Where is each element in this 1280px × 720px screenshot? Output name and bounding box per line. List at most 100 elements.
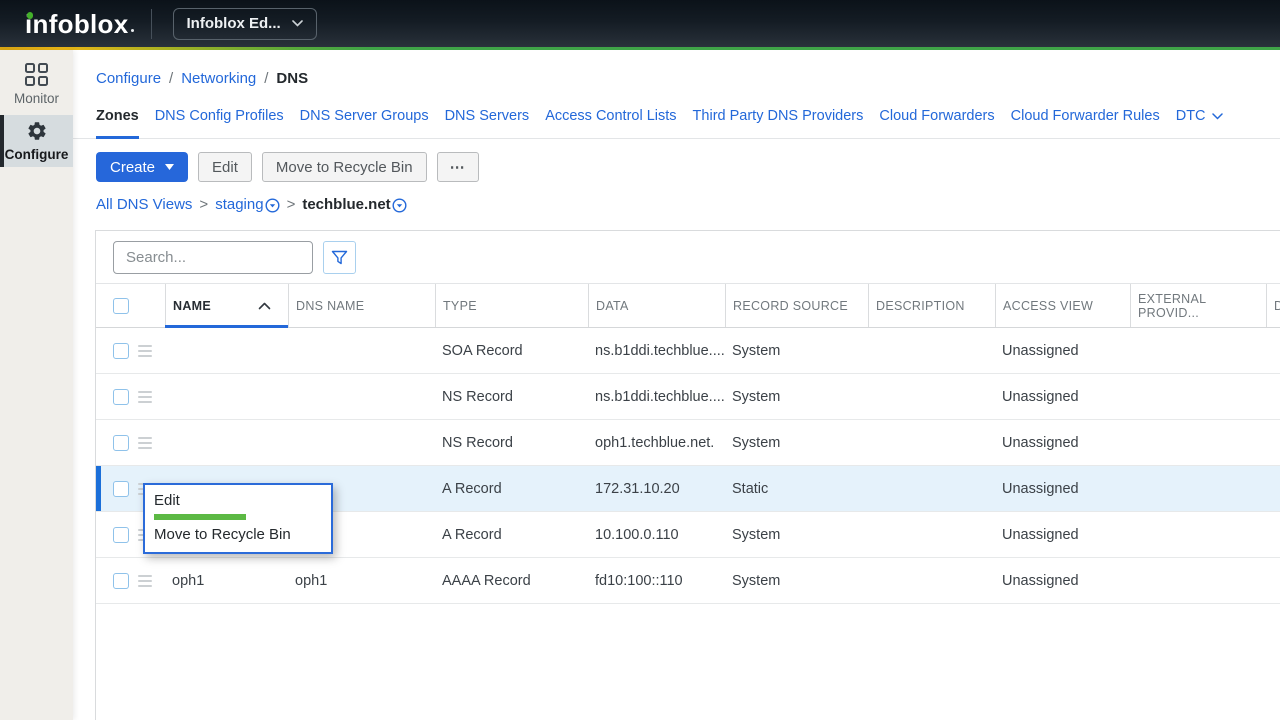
row-checkbox[interactable] [113, 573, 129, 589]
cell-access-view: Unassigned [995, 389, 1130, 405]
cell-access-view: Unassigned [995, 573, 1130, 589]
staging-view-link[interactable]: staging [215, 196, 279, 213]
table-row[interactable]: SOA Recordns.b1ddi.techblue....SystemUna… [96, 328, 1280, 374]
table-row[interactable]: NS Recordoph1.techblue.net.System Unassig… [96, 420, 1280, 466]
cell-access-view: Unassigned [995, 435, 1130, 451]
select-all-checkbox[interactable] [113, 298, 129, 314]
search-input[interactable] [113, 241, 313, 274]
top-bar: infoblox Infoblox Ed... [0, 0, 1280, 47]
cell-dns-name: oph1 [288, 573, 435, 589]
cell-record-source: System [725, 527, 868, 543]
more-actions-button[interactable]: ⋯ [437, 152, 479, 182]
column-header-access-view[interactable]: ACCESS VIEW [995, 284, 1130, 327]
filter-funnel-icon [331, 250, 348, 266]
row-drag-handle-icon[interactable] [138, 437, 152, 449]
cell-data: ns.b1ddi.techblue.... [588, 343, 725, 359]
column-label: EXTERNAL PROVID... [1138, 292, 1266, 320]
row-drag-handle-icon[interactable] [138, 575, 152, 587]
sidebar-item-configure[interactable]: Configure [0, 115, 73, 167]
tab-dns-config-profiles[interactable]: DNS Config Profiles [155, 108, 284, 138]
column-header-data[interactable]: DATA [588, 284, 725, 327]
row-drag-handle-icon[interactable] [138, 391, 152, 403]
column-header-type[interactable]: TYPE [435, 284, 588, 327]
cell-type: NS Record [435, 435, 588, 451]
cell-access-view: Unassigned [995, 481, 1130, 497]
tab-dtc[interactable]: DTC [1176, 108, 1223, 138]
filter-button[interactable] [323, 241, 356, 274]
logo-green-dot-icon [27, 12, 34, 19]
tab-cloud-forwarders[interactable]: Cloud Forwarders [879, 108, 994, 138]
row-drag-handle-icon[interactable] [138, 345, 152, 357]
tab-zones[interactable]: Zones [96, 108, 139, 138]
cell-type: A Record [435, 527, 588, 543]
tab-label: DTC [1176, 108, 1206, 124]
column-header-description[interactable]: DESCRIPTION [868, 284, 995, 327]
column-label: D [1274, 299, 1280, 313]
row-checkbox[interactable] [113, 389, 129, 405]
breadcrumb-configure[interactable]: Configure [96, 70, 161, 87]
circle-chevron-down-icon[interactable] [392, 198, 407, 213]
row-checkbox[interactable] [113, 435, 129, 451]
tab-third-party-dns-providers[interactable]: Third Party DNS Providers [693, 108, 864, 138]
breadcrumb-separator: / [264, 70, 268, 87]
infoblox-dns-page: infoblox Infoblox Ed... Monitor Configur… [0, 0, 1280, 720]
product-switcher-button[interactable]: Infoblox Ed... [173, 8, 317, 40]
topbar-divider [151, 9, 152, 39]
create-button[interactable]: Create [96, 152, 188, 182]
cell-access-view: Unassigned [995, 527, 1130, 543]
tab-label: Third Party DNS Providers [693, 108, 864, 124]
tab-access-control-lists[interactable]: Access Control Lists [545, 108, 676, 138]
logo-trademark-dot [131, 29, 134, 32]
tab-label: Zones [96, 108, 139, 124]
row-checkbox[interactable] [113, 527, 129, 543]
cell-name: oph1 [165, 573, 288, 589]
dns-view-path: All DNS Views > staging > techblue.net [96, 196, 407, 213]
sort-ascending-icon[interactable] [258, 302, 271, 310]
sidebar-item-monitor[interactable]: Monitor [0, 58, 73, 110]
column-header-cut-off[interactable]: D [1266, 284, 1280, 327]
cell-type: NS Record [435, 389, 588, 405]
sidebar-item-label: Configure [5, 147, 69, 162]
cell-type: AAAA Record [435, 573, 588, 589]
view-path-separator: > [199, 196, 208, 213]
circle-chevron-down-icon[interactable] [265, 198, 280, 213]
chevron-down-icon [292, 20, 303, 27]
sidebar: Monitor Configure [0, 50, 73, 720]
product-switcher-label: Infoblox Ed... [187, 15, 281, 32]
breadcrumb-networking[interactable]: Networking [181, 70, 256, 87]
tab-dns-servers[interactable]: DNS Servers [445, 108, 530, 138]
column-header-name[interactable]: NAME [165, 284, 288, 327]
context-menu-item-move-to-recycle-bin[interactable]: Move to Recycle Bin [145, 522, 331, 547]
column-header-record-source[interactable]: RECORD SOURCE [725, 284, 868, 327]
edit-button[interactable]: Edit [198, 152, 252, 182]
move-to-recycle-bin-button[interactable]: Move to Recycle Bin [262, 152, 427, 182]
tab-dns-server-groups[interactable]: DNS Server Groups [300, 108, 429, 138]
cell-data: 10.100.0.110 [588, 527, 725, 543]
column-header-external-provider[interactable]: EXTERNAL PROVID... [1130, 284, 1266, 327]
breadcrumb-separator: / [169, 70, 173, 87]
context-menu-green-indicator [154, 514, 246, 520]
sidebar-item-label: Monitor [14, 91, 59, 106]
row-checkbox[interactable] [113, 343, 129, 359]
cell-data: ns.b1ddi.techblue.... [588, 389, 725, 405]
tab-label: Access Control Lists [545, 108, 676, 124]
all-dns-views-link[interactable]: All DNS Views [96, 196, 192, 213]
column-header-dns-name[interactable]: DNS NAME [288, 284, 435, 327]
column-label: NAME [173, 299, 211, 313]
cell-record-source: System [725, 435, 868, 451]
table-row[interactable]: oph1oph1AAAA Recordfd10:100::110SystemUn… [96, 558, 1280, 604]
records-table-panel: NAME DNS NAME TYPE DATA RECORD SOURCE DE… [95, 230, 1280, 720]
logo-text: infoblox [25, 9, 129, 39]
chevron-down-icon [1212, 113, 1223, 120]
breadcrumb: Configure / Networking / DNS [96, 70, 308, 87]
row-checkbox[interactable] [113, 481, 129, 497]
table-body: SOA Recordns.b1ddi.techblue....SystemUna… [96, 328, 1280, 604]
row-context-menu: Edit Move to Recycle Bin [143, 483, 333, 554]
tab-cloud-forwarder-rules[interactable]: Cloud Forwarder Rules [1011, 108, 1160, 138]
tab-label: DNS Servers [445, 108, 530, 124]
gear-icon [26, 120, 48, 142]
column-label: RECORD SOURCE [733, 299, 848, 313]
table-row[interactable]: NS Recordns.b1ddi.techblue....SystemUnas… [96, 374, 1280, 420]
context-menu-item-edit[interactable]: Edit [145, 488, 331, 513]
cell-data: oph1.techblue.net. [588, 435, 725, 451]
